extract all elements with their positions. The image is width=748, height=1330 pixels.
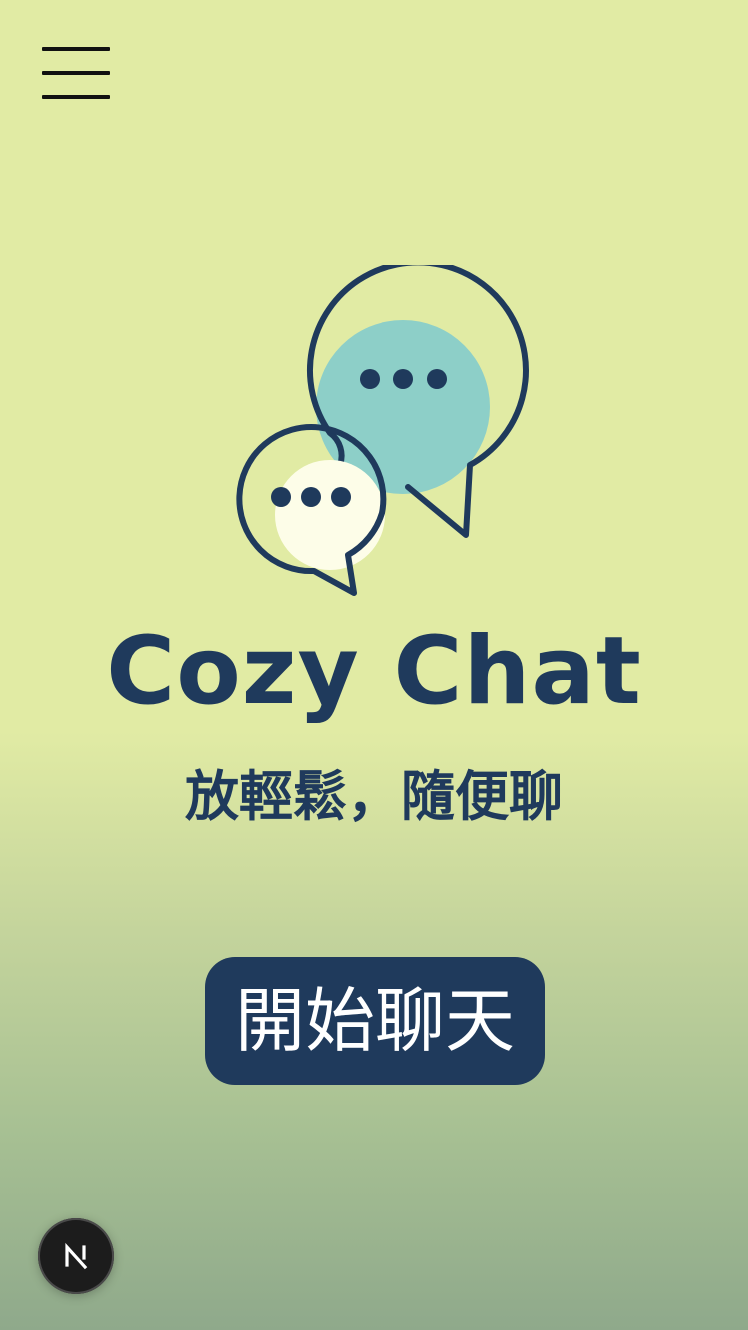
hamburger-menu-icon-bar [42,71,110,75]
tagline: 放輕鬆，隨便聊 [185,765,563,828]
hamburger-menu-icon [42,47,110,51]
nextjs-n-icon [65,1242,88,1270]
dev-tools-button[interactable] [38,1218,114,1294]
hamburger-menu-icon-bar [42,95,110,99]
menu-button[interactable] [42,47,110,101]
brand-title: Cozy Chat [106,617,642,726]
chat-bubbles-icon [230,259,530,605]
start-chat-button[interactable]: 開始聊天 [205,957,545,1085]
